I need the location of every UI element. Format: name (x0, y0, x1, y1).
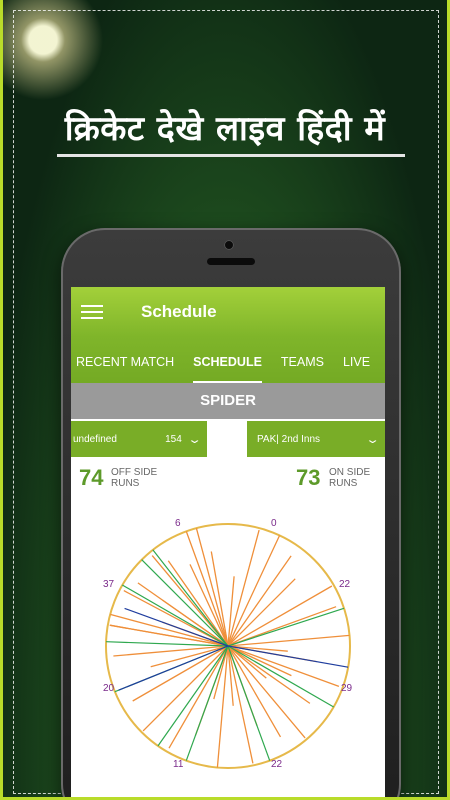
off-side-runs-value: 74 (79, 465, 104, 490)
tab-live[interactable]: LIVE (343, 355, 370, 383)
shot-lines (106, 528, 350, 768)
team-select-left-value: 154 (165, 433, 182, 445)
banner-title: क्रिकेट देखे लाइव हिंदी में (64, 109, 386, 149)
shot-line-four (157, 645, 229, 747)
zone-label-20: 20 (103, 683, 115, 694)
side-runs-stats: 74 OFF SIDE RUNS 73 ON SIDE RUNS (71, 459, 385, 497)
zone-label-29: 29 (341, 683, 353, 694)
app-bar: Schedule (71, 287, 385, 337)
zone-label-37: 37 (103, 579, 115, 590)
banner-underline (57, 154, 405, 157)
tab-recent-match[interactable]: RECENT MATCH (76, 355, 174, 383)
page-title: Schedule (141, 302, 217, 321)
wagon-wheel-chart: 6 0 22 29 22 11 20 37 (103, 518, 353, 770)
hamburger-menu-icon[interactable] (81, 305, 103, 319)
on-side-runs-value: 73 (296, 465, 321, 490)
shot-line-run (227, 555, 292, 647)
innings-selectors: undefined 154 ⌄ PAK| 2nd Inns ⌄ (71, 419, 385, 459)
tab-teams[interactable]: TEAMS (281, 355, 324, 383)
on-side-runs-label: ON SIDE RUNS (329, 467, 371, 489)
shot-line-run (227, 585, 333, 647)
shot-line-run (168, 645, 229, 749)
off-side-runs-label: OFF SIDE RUNS (111, 467, 158, 489)
shot-line-run (110, 613, 229, 647)
shot-line-run (185, 531, 229, 647)
shot-line-run (167, 560, 229, 647)
shot-line-six (118, 645, 229, 691)
shot-line-run (123, 590, 229, 647)
innings-select-right-label: PAK| 2nd Inns (257, 433, 321, 445)
shot-line-four (185, 645, 229, 761)
tab-bar: RECENT MATCH SCHEDULE TEAMS LIVE (71, 337, 385, 383)
zone-label-22-top: 22 (339, 579, 351, 590)
promo-banner: क्रिकेट देखे लाइव हिंदी में Schedule REC… (0, 0, 450, 800)
app-screen: Schedule RECENT MATCH SCHEDULE TEAMS LIV… (71, 287, 385, 797)
shot-line-run (227, 645, 282, 738)
chevron-down-icon: ⌄ (187, 433, 202, 446)
shot-line-run (142, 645, 229, 732)
zone-label-22-bottom: 22 (271, 759, 283, 770)
section-title: SPIDER (71, 383, 385, 419)
zone-label-6: 6 (175, 518, 181, 529)
team-select-left-label: undefined (73, 433, 117, 445)
speaker-grille (207, 258, 255, 265)
innings-select-right[interactable]: PAK| 2nd Inns ⌄ (247, 421, 385, 457)
zone-label-0: 0 (271, 518, 277, 529)
team-select-left[interactable]: undefined 154 ⌄ (71, 421, 207, 457)
zone-label-11: 11 (173, 759, 184, 770)
chevron-down-icon: ⌄ (365, 433, 380, 446)
tab-schedule[interactable]: SCHEDULE (193, 355, 262, 383)
camera-icon (224, 240, 234, 250)
